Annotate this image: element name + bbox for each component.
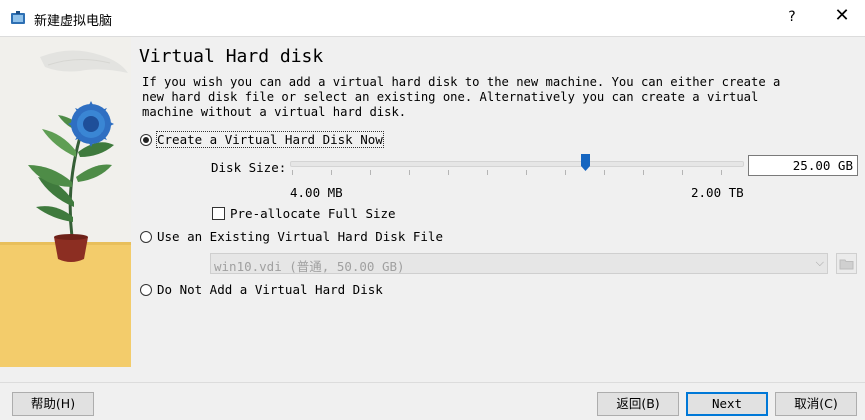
no-disk-radio[interactable]	[140, 284, 152, 296]
slider-tick	[682, 170, 683, 175]
wizard-illustration	[0, 37, 131, 367]
page-description: If you wish you can add a virtual hard d…	[142, 75, 781, 119]
help-button[interactable]: 帮助(H)	[12, 392, 94, 416]
slider-tick	[721, 170, 722, 175]
help-icon[interactable]: ?	[782, 9, 802, 25]
preallocate-checkbox[interactable]	[212, 207, 225, 220]
preallocate-label[interactable]: Pre-allocate Full Size	[230, 206, 396, 221]
create-disk-label[interactable]: Create a Virtual Hard Disk Now	[156, 131, 384, 148]
slider-tick	[487, 170, 488, 175]
virtualbox-icon	[11, 11, 25, 24]
folder-icon	[839, 259, 854, 270]
disk-size-input[interactable]: 25.00 GB	[748, 155, 858, 176]
slider-tick	[331, 170, 332, 175]
disk-size-min-label: 4.00 MB	[290, 185, 343, 200]
slider-tick	[370, 170, 371, 175]
slider-tick	[292, 170, 293, 175]
slider-tick	[448, 170, 449, 175]
no-disk-label[interactable]: Do Not Add a Virtual Hard Disk	[157, 282, 383, 297]
use-existing-label[interactable]: Use an Existing Virtual Hard Disk File	[157, 229, 443, 244]
chevron-down-icon: ⌵	[815, 256, 824, 269]
page-title: Virtual Hard disk	[139, 46, 324, 67]
cancel-button[interactable]: 取消(C)	[775, 392, 857, 416]
slider-tick	[643, 170, 644, 175]
use-existing-radio[interactable]	[140, 231, 152, 243]
slider-tick	[604, 170, 605, 175]
slider-tick	[526, 170, 527, 175]
disk-size-max-label: 2.00 TB	[691, 185, 744, 200]
create-disk-radio[interactable]	[140, 134, 152, 146]
choose-disk-file-button[interactable]	[836, 253, 857, 274]
next-button[interactable]: Next	[686, 392, 768, 416]
window-title: 新建虚拟电脑	[34, 14, 113, 29]
slider-tick	[565, 170, 566, 175]
disk-size-slider-track[interactable]	[290, 161, 744, 167]
title-bar: 新建虚拟电脑 ? ✕	[0, 0, 865, 37]
disk-size-label: Disk Size:	[211, 160, 287, 175]
close-icon[interactable]: ✕	[830, 6, 854, 26]
back-button[interactable]: 返回(B)	[597, 392, 679, 416]
existing-disk-value: win10.vdi (普通, 50.00 GB)	[214, 259, 405, 274]
slider-tick	[409, 170, 410, 175]
disk-size-slider-handle[interactable]	[581, 154, 590, 171]
existing-disk-select[interactable]: win10.vdi (普通, 50.00 GB) ⌵	[210, 253, 828, 274]
